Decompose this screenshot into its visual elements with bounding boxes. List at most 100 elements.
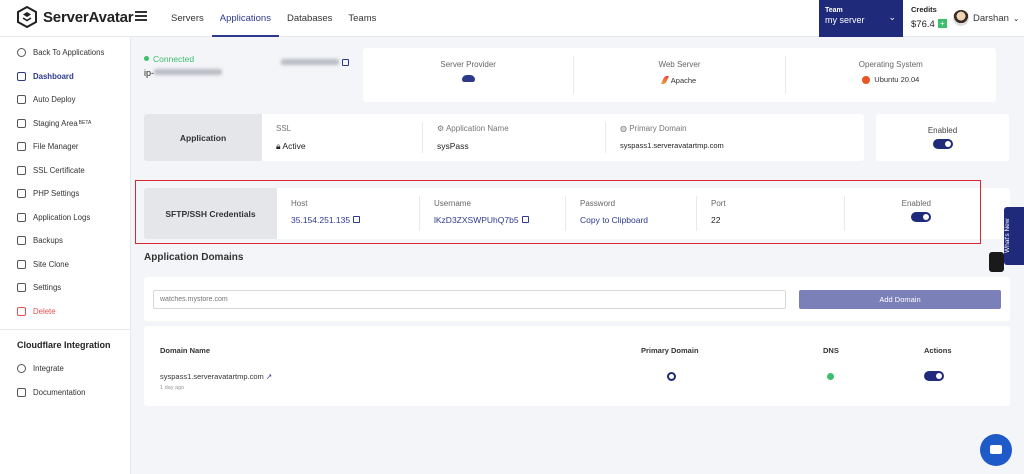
external-link-icon[interactable]: ↗ [264,372,272,381]
sidebar-item-label: File Manager [33,142,79,152]
domains-table: Domain Name Primary Domain DNS Actions s… [144,326,1010,406]
sidebar-item-dashboard[interactable]: Dashboard [0,65,130,89]
whats-new-tab[interactable]: What's New [1004,207,1024,265]
app-name-column: ⚙ Application Name sysPass [423,114,605,161]
add-domain-button[interactable]: Add Domain [799,290,1001,309]
clone-icon [17,259,26,269]
server-info-card: Server Provider Web Server Apache Operat… [363,48,996,102]
nav-teams[interactable]: Teams [340,0,384,37]
primary-domain-radio[interactable] [667,372,676,381]
serveravatar-logo-icon [17,6,37,28]
ubuntu-icon [862,75,871,84]
backup-icon [17,236,26,246]
provider-label: Server Provider [440,60,496,69]
sidebar-item-label: Documentation [33,387,86,397]
lock-icon [17,165,26,175]
webserver-label: Web Server [658,60,701,69]
os-value: Ubuntu 20.04 [874,75,920,84]
copy-icon[interactable] [342,59,349,66]
column-header: Primary Domain [641,346,699,355]
doc-icon [17,387,26,397]
apache-icon [660,74,669,86]
sidebar-item-delete[interactable]: Delete [0,300,130,324]
sidebar-item-site-clone[interactable]: Site Clone [0,253,130,277]
sidebar: Back To Applications Dashboard Auto Depl… [0,37,131,474]
avatar [953,10,969,26]
domains-title: Application Domains [144,252,244,263]
status-dot [144,56,149,61]
sidebar-item-label: Dashboard [33,71,74,81]
sidebar-item-integrate[interactable]: Integrate [0,357,130,381]
nav-servers[interactable]: Servers [163,0,212,37]
os-label: Operating System [858,60,923,69]
sidebar-item-php[interactable]: PHP Settings [0,182,130,206]
sidebar-item-label: Back To Applications [33,48,105,58]
add-domain-card: Add Domain [144,277,1010,321]
ssl-label: SSL [276,124,292,133]
logs-icon [17,212,26,222]
sidebar-item-logs[interactable]: Application Logs [0,206,130,230]
add-credits-icon[interactable]: + [937,19,947,28]
redacted-id [281,59,339,65]
menu-toggle-icon[interactable] [135,11,147,21]
refresh-icon[interactable] [989,252,1004,272]
brand-name: ServerAvatar [43,8,134,26]
sidebar-item-label: SSL Certificate [33,165,85,175]
sidebar-item-label: PHP Settings [33,189,80,199]
sidebar-item-settings[interactable]: Settings [0,276,130,300]
sidebar-item-label: Integrate [33,364,64,374]
top-bar: ServerAvatar Servers Applications Databa… [0,0,1024,37]
sidebar-item-file-manager[interactable]: File Manager [0,135,130,159]
app-enabled-toggle[interactable] [932,139,953,149]
auto-deploy-icon [17,95,26,105]
enabled-label: Enabled [927,126,958,135]
staging-icon [17,118,26,128]
team-selector[interactable]: Team my server ⌄ [819,0,903,37]
nav-applications[interactable]: Applications [211,0,279,37]
sidebar-item-label: Site Clone [33,259,69,269]
user-menu[interactable]: Darshan ⌄ [953,10,1020,26]
primary-domain-link[interactable]: syspass1.serveravatartmp.com [620,141,724,150]
column-header: Domain Name [160,346,211,355]
globe-icon: ◍ [620,124,630,133]
webserver-value: Apache [670,75,697,85]
dns-status-dot [827,373,834,380]
application-label: Application [144,114,262,161]
sidebar-item-label: Auto Deploy [33,95,76,105]
trash-icon [17,306,26,316]
domain-action-toggle[interactable] [924,371,944,381]
sidebar-item-label: Backups [33,236,63,246]
status-text: Connected [153,54,195,64]
sidebar-item-ssl[interactable]: SSL Certificate [0,159,130,183]
sidebar-item-documentation[interactable]: Documentation [0,381,130,405]
sidebar-item-staging[interactable]: Staging Area BETA [0,112,130,136]
column-header: Actions [924,346,952,355]
domain-link[interactable]: syspass1.serveravatartmp.com [160,372,264,381]
web-server: Web Server Apache [574,56,786,94]
sidebar-item-label: Settings [33,283,62,293]
sidebar-item-backups[interactable]: Backups [0,229,130,253]
sidebar-item-auto-deploy[interactable]: Auto Deploy [0,88,130,112]
nav-databases[interactable]: Databases [279,0,340,37]
highlight-box [135,180,981,244]
connection-status: Connected [144,54,194,64]
domain-input[interactable] [153,290,786,309]
credits-value: $76.4 [911,19,935,30]
domain-age: 1 day ago [160,385,185,391]
domain-label: Primary Domain [629,124,687,133]
server-id [281,53,351,66]
logo[interactable]: ServerAvatar [17,6,134,28]
operating-system: Operating System Ubuntu 20.04 [786,56,996,94]
sidebar-item-label: Staging Area [33,118,78,128]
user-name: Darshan [973,12,1009,24]
chat-icon[interactable] [980,434,1012,466]
ssl-column: SSL 🔒︎ Active [262,114,422,161]
sidebar-item-label: Delete [33,306,56,316]
app-enabled-card: Enabled [876,114,1009,161]
column-header: DNS [823,346,839,355]
server-ip: ip- [144,68,223,78]
credits-label: Credits [911,5,937,14]
sidebar-item-label: Application Logs [33,212,91,222]
sidebar-item-back[interactable]: Back To Applications [0,41,130,65]
beta-badge: BETA [78,120,92,127]
